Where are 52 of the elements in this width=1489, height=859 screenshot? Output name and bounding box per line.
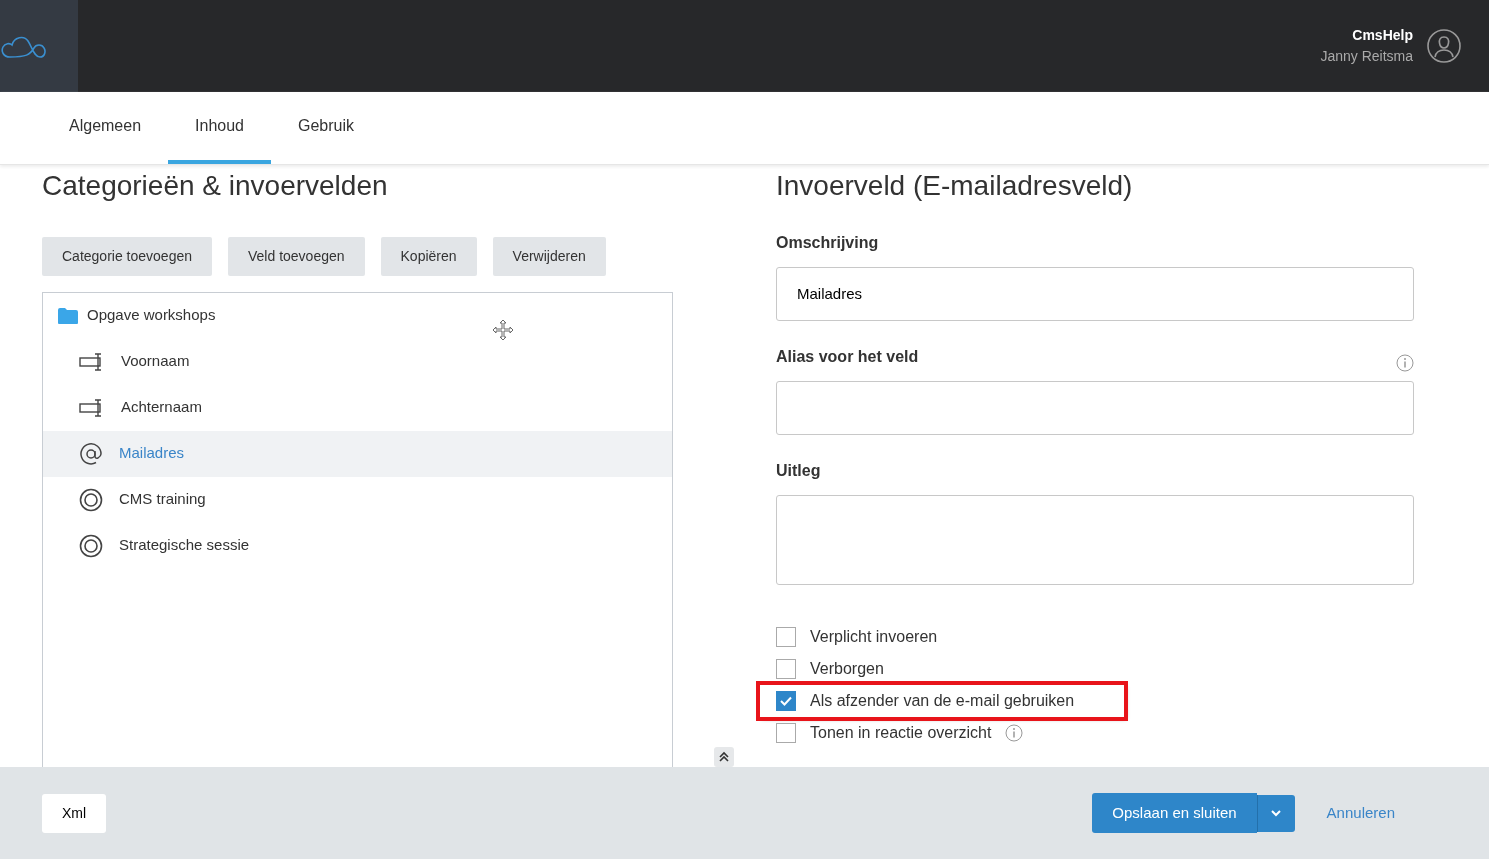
- tree-label: Opgave workshops: [87, 305, 216, 326]
- radio-icon: [79, 533, 103, 558]
- text-field[interactable]: Mailadres: [776, 266, 1414, 321]
- checkmark-icon: [780, 695, 792, 706]
- field-label: Alias voor het veld: [776, 346, 919, 367]
- scroll-up-button[interactable]: [714, 747, 734, 767]
- tree-item[interactable]: Mailadres: [43, 430, 672, 477]
- panel-title: Invoerveld (E-mailadresveld): [776, 169, 1134, 203]
- tree-label: Voornaam: [121, 351, 190, 372]
- checkbox[interactable]: [776, 690, 796, 711]
- checkbox-label: Verborgen: [810, 658, 884, 679]
- radio-icon: [79, 487, 103, 512]
- tab[interactable]: Gebruik: [271, 92, 381, 164]
- checkbox-label: Verplicht invoeren: [810, 626, 938, 647]
- text-area[interactable]: [776, 494, 1414, 585]
- toolbar-button[interactable]: Verwijderen: [492, 236, 606, 276]
- tree-item[interactable]: Voornaam: [43, 338, 672, 385]
- tree-item[interactable]: Strategische sessie: [43, 522, 672, 569]
- text-field[interactable]: [776, 380, 1414, 435]
- info-icon[interactable]: [1396, 353, 1414, 372]
- field-label: Omschrijving: [776, 232, 879, 253]
- tree-item[interactable]: CMS training: [43, 476, 672, 523]
- tab[interactable]: Algemeen: [42, 92, 169, 164]
- checkbox-label: Tonen in reactie overzicht: [810, 722, 992, 743]
- double-chevron-up-icon: [718, 751, 730, 763]
- tree-item[interactable]: Opgave workshops: [43, 292, 672, 339]
- save-close-button[interactable]: Opslaan en sluiten: [1092, 792, 1257, 834]
- tree-label: CMS training: [119, 489, 206, 510]
- tree-label: Mailadres: [119, 443, 185, 464]
- toolbar-button[interactable]: Categorie toevoegen: [42, 236, 212, 276]
- save-options-button[interactable]: [1256, 794, 1295, 832]
- tree-label: Strategische sessie: [119, 535, 250, 556]
- chevron-down-icon: [1270, 809, 1283, 817]
- toolbar-button[interactable]: Kopiëren: [380, 236, 477, 276]
- field-label: Uitleg: [776, 460, 821, 481]
- toolbar-button[interactable]: Veld toevoegen: [228, 236, 365, 276]
- checkbox-label: Als afzender van de e-mail gebruiken: [810, 690, 1075, 711]
- user-name: Janny Reitsma: [1320, 47, 1413, 66]
- move-cursor-icon: [492, 319, 514, 341]
- tab[interactable]: Inhoud: [168, 92, 271, 164]
- tree-item[interactable]: Achternaam: [43, 384, 672, 431]
- site-name: CmsHelp: [1351, 26, 1413, 45]
- user-avatar-icon[interactable]: [1427, 29, 1461, 63]
- panel-title: Categorieën & invoervelden: [42, 169, 389, 203]
- checkbox[interactable]: [776, 658, 796, 679]
- checkbox[interactable]: [776, 626, 796, 647]
- info-icon[interactable]: [1005, 723, 1024, 742]
- tree-label: Achternaam: [121, 397, 202, 418]
- checkbox[interactable]: [776, 722, 796, 743]
- folder-icon: [57, 306, 79, 325]
- xml-button[interactable]: Xml: [42, 793, 107, 833]
- at-sign-icon: [79, 441, 103, 466]
